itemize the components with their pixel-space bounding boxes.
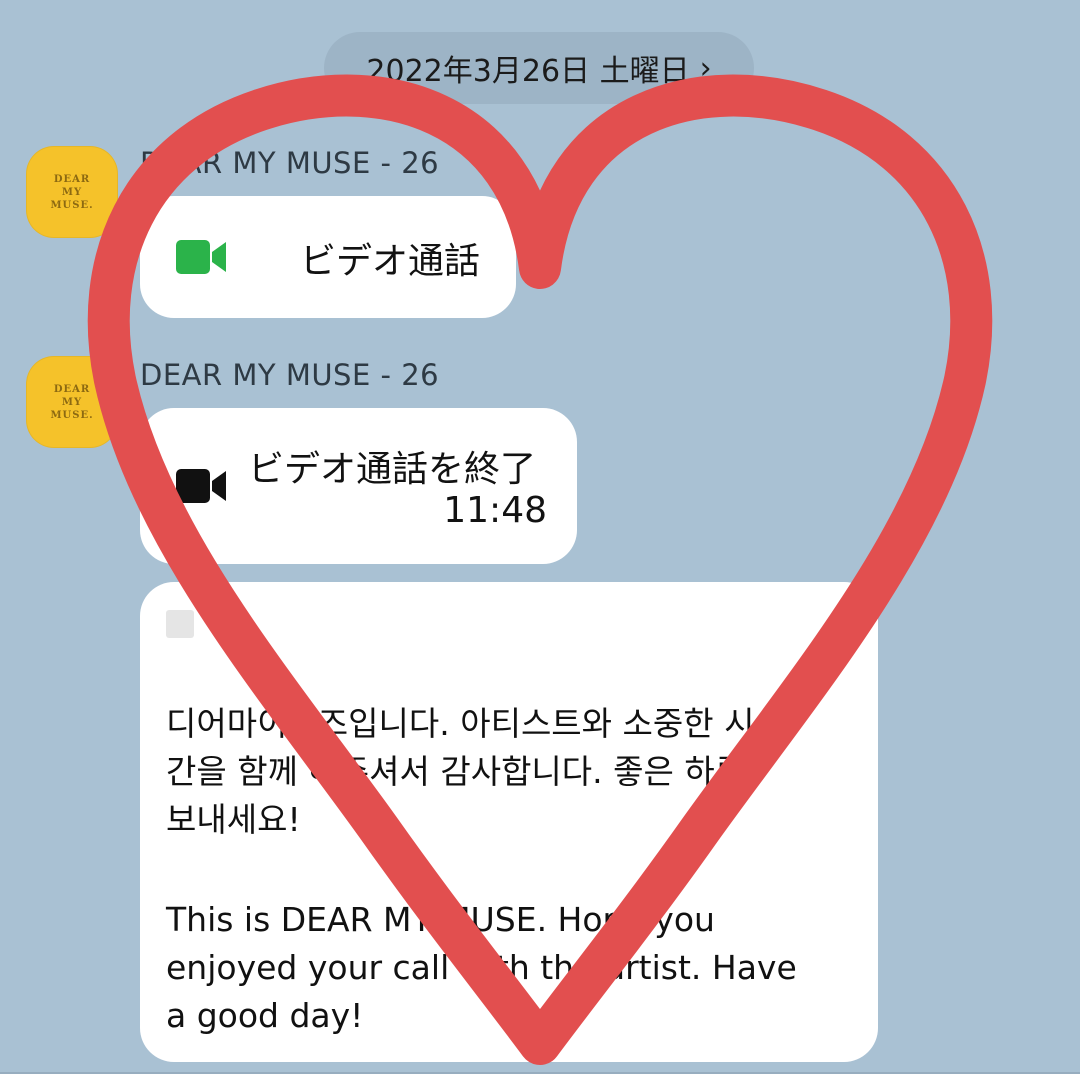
video-camera-icon — [176, 469, 226, 503]
video-camera-icon — [176, 240, 226, 274]
video-call-ended-bubble[interactable]: ビデオ通話を終了 11:48 — [140, 408, 577, 564]
dear-my-muse-logo: DEAR MY MUSE. — [50, 383, 94, 421]
text-message-bubble[interactable]: 디어마이뮤즈입니다. 아티스트와 소중한 시 간을 함께 해주셔서 감사합니다.… — [140, 582, 878, 1062]
sender-name: DEAR MY MUSE - 26 — [140, 358, 440, 392]
date-header-label: 2022年3月26日 土曜日 — [366, 54, 690, 89]
call-label: ビデオ通話 — [300, 241, 481, 282]
date-header-pill[interactable]: 2022年3月26日 土曜日 › — [324, 32, 754, 104]
message-text-korean: 디어마이뮤즈입니다. 아티스트와 소중한 시 간을 함께 해주셔서 감사합니다.… — [166, 704, 755, 839]
call-label: ビデオ通話を終了 — [248, 449, 537, 490]
call-duration: 11:48 — [443, 490, 547, 531]
avatar[interactable]: DEAR MY MUSE. — [26, 146, 118, 238]
message-text-english: This is DEAR MY MUSE. Hope you enjoyed y… — [166, 900, 797, 1035]
avatar[interactable]: DEAR MY MUSE. — [26, 356, 118, 448]
video-call-bubble[interactable]: ビデオ通話 — [140, 196, 516, 318]
sender-name: DEAR MY MUSE - 26 — [140, 146, 440, 180]
chevron-right-icon: › — [699, 50, 712, 86]
image-thumbnail — [166, 610, 194, 638]
dear-my-muse-logo: DEAR MY MUSE. — [50, 173, 94, 211]
